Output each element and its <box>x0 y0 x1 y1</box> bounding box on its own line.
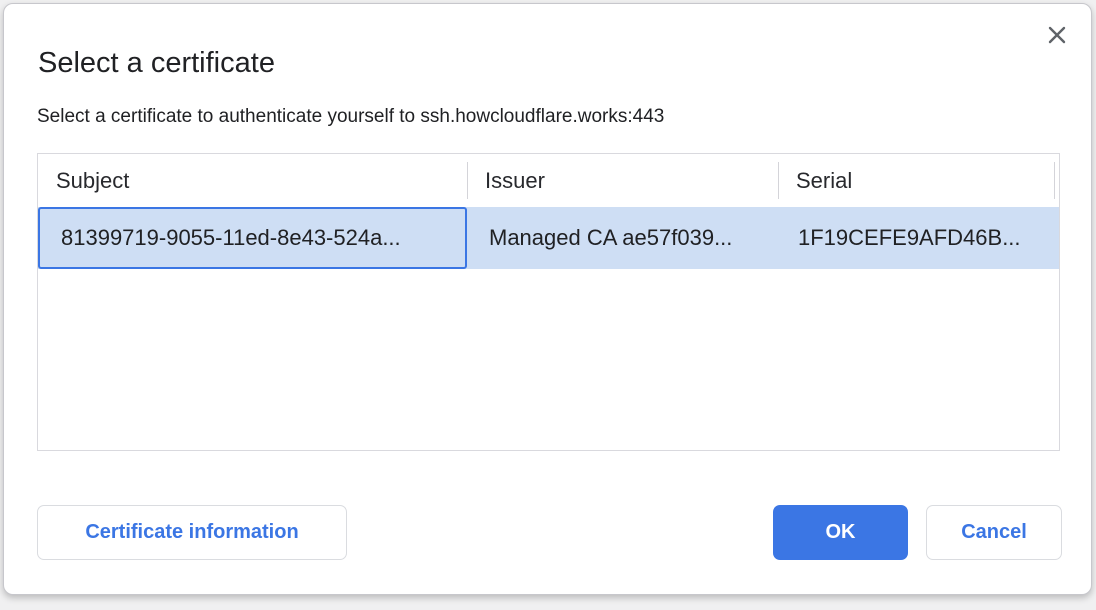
cell-subject: 81399719-9055-11ed-8e43-524a... <box>38 207 467 269</box>
dialog-title: Select a certificate <box>38 45 275 81</box>
close-button[interactable] <box>1042 20 1072 50</box>
column-header-issuer: Issuer <box>467 154 778 207</box>
cancel-button[interactable]: Cancel <box>926 505 1062 560</box>
table-header: Subject Issuer Serial <box>38 154 1059 207</box>
certificate-table: Subject Issuer Serial 81399719-9055-11ed… <box>37 153 1060 451</box>
cell-serial: 1F19CEFE9AFD46B... <box>778 207 1054 269</box>
ok-button[interactable]: OK <box>773 505 908 560</box>
column-header-spacer <box>1054 154 1059 207</box>
close-icon <box>1046 24 1068 46</box>
certificate-information-button[interactable]: Certificate information <box>37 505 347 560</box>
select-certificate-dialog: Select a certificate Select a certificat… <box>3 3 1092 595</box>
column-header-serial: Serial <box>778 154 1054 207</box>
certificate-row[interactable]: 81399719-9055-11ed-8e43-524a... Managed … <box>38 207 1059 269</box>
dialog-subtitle: Select a certificate to authenticate you… <box>37 105 664 129</box>
cell-issuer: Managed CA ae57f039... <box>467 207 778 269</box>
column-header-subject: Subject <box>38 154 467 207</box>
